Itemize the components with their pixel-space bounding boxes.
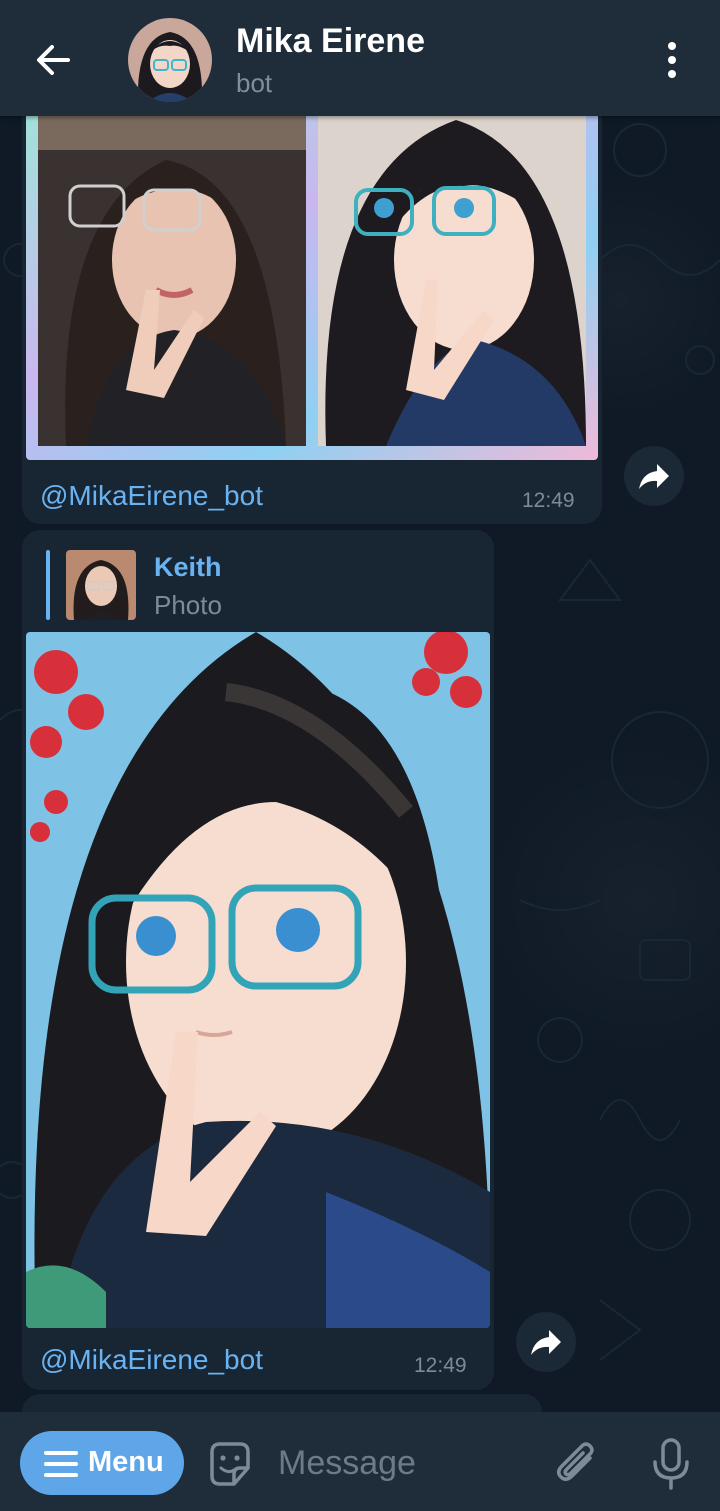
paperclip-icon (557, 1442, 594, 1481)
menu-label: Menu (88, 1446, 164, 1478)
reply-preview[interactable]: Keith Photo (46, 548, 466, 624)
message-time: 12:49 (414, 1354, 467, 1377)
share-arrow-icon (639, 464, 669, 489)
reply-thumbnail (66, 550, 136, 620)
back-button[interactable] (24, 30, 84, 90)
message-photo[interactable] (26, 90, 598, 460)
message-bubble[interactable]: Keith Photo @MikaEirene_bot 12:49 (22, 530, 494, 1390)
message-time: 12:49 (522, 489, 575, 512)
message-input-bar: Menu (0, 1412, 720, 1511)
sticker-icon (210, 1442, 250, 1486)
voice-record-button[interactable] (644, 1436, 698, 1492)
reply-accent-bar (46, 550, 50, 620)
vertical-dots-icon (668, 42, 676, 78)
message-caption-link[interactable]: @MikaEirene_bot (40, 1344, 263, 1376)
bot-menu-button[interactable]: Menu (20, 1431, 184, 1495)
hamburger-icon (44, 1451, 78, 1477)
chat-title[interactable]: Mika Eirene (236, 22, 425, 61)
reply-author: Keith (154, 552, 222, 582)
arrow-left-icon (37, 45, 70, 75)
avatar-image (128, 18, 212, 102)
share-arrow-icon (531, 1330, 561, 1355)
share-button[interactable] (516, 1312, 576, 1372)
anime-portrait-image (26, 632, 490, 1328)
message-caption-link[interactable]: @MikaEirene_bot (40, 480, 263, 512)
sticker-button[interactable] (204, 1438, 256, 1490)
message-input[interactable] (276, 1436, 540, 1490)
chat-header: Mika Eirene bot (0, 0, 720, 116)
message-bubble[interactable]: @MikaEirene_bot 12:49 (22, 90, 602, 524)
more-options-button[interactable] (650, 38, 694, 82)
photo-comparison-image (26, 90, 598, 460)
share-button[interactable] (624, 446, 684, 506)
message-photo[interactable] (26, 632, 490, 1328)
reply-text: Photo (154, 590, 222, 620)
chat-subtitle: bot (236, 68, 273, 98)
avatar[interactable] (128, 18, 212, 102)
attach-button[interactable] (550, 1436, 604, 1490)
microphone-icon (653, 1438, 689, 1490)
